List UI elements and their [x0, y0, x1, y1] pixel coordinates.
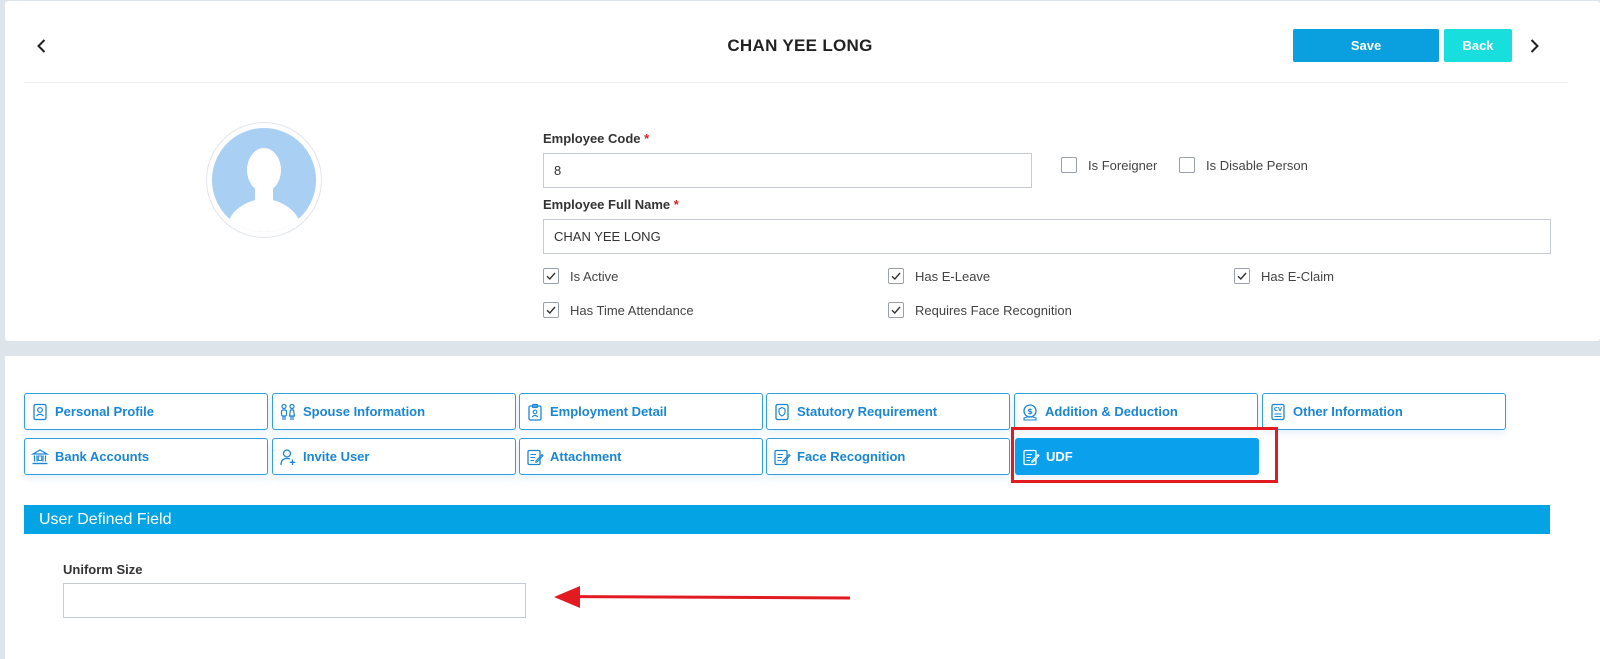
add-user-icon	[279, 448, 297, 466]
svg-text:$: $	[1027, 407, 1033, 416]
employee-full-name-input[interactable]	[543, 219, 1551, 254]
employee-avatar[interactable]	[206, 122, 322, 238]
user-defined-field-section-header: User Defined Field	[24, 505, 1550, 534]
back-button[interactable]: Back	[1444, 29, 1512, 62]
tab-invite-user[interactable]: Invite User	[272, 438, 516, 475]
next-record-chevron-right-icon[interactable]	[1524, 36, 1544, 56]
profile-icon	[31, 403, 49, 421]
cv-icon: CV	[1269, 403, 1287, 421]
clipboard-icon	[526, 403, 544, 421]
bank-icon	[31, 448, 49, 466]
header-divider	[24, 82, 1568, 83]
tab-employment-detail[interactable]: Employment Detail	[519, 393, 763, 430]
checkmark-icon	[891, 272, 901, 281]
certificate-icon	[773, 403, 791, 421]
udf-tab-highlight-box	[1011, 427, 1278, 483]
edit-document-icon	[773, 448, 791, 466]
employee-code-input[interactable]	[543, 153, 1032, 188]
tab-other-information[interactable]: CV Other Information	[1262, 393, 1506, 430]
annotation-arrow-icon	[554, 586, 851, 608]
checkbox-box[interactable]	[888, 268, 904, 284]
tab-face-recognition[interactable]: Face Recognition	[766, 438, 1010, 475]
checkmark-icon	[1237, 272, 1247, 281]
checkbox-box[interactable]	[1234, 268, 1250, 284]
has-e-claim-checkbox[interactable]: Has E-Claim	[1234, 268, 1334, 284]
requires-face-recognition-checkbox[interactable]: Requires Face Recognition	[888, 302, 1072, 318]
tab-statutory-requirement[interactable]: Statutory Requirement	[766, 393, 1010, 430]
checkbox-box[interactable]	[888, 302, 904, 318]
svg-text:CV: CV	[1274, 407, 1283, 413]
tab-bank-accounts[interactable]: Bank Accounts	[24, 438, 268, 475]
save-button[interactable]: Save	[1293, 29, 1439, 62]
has-e-leave-checkbox[interactable]: Has E-Leave	[888, 268, 990, 284]
uniform-size-label: Uniform Size	[63, 562, 143, 577]
tab-addition-deduction[interactable]: $ Addition & Deduction	[1014, 393, 1258, 430]
edit-document-icon	[526, 448, 544, 466]
checkbox-box[interactable]	[1061, 157, 1077, 173]
is-active-checkbox[interactable]: Is Active	[543, 268, 618, 284]
money-icon: $	[1021, 403, 1039, 421]
checkmark-icon	[546, 272, 556, 281]
checkmark-icon	[891, 306, 901, 315]
person-silhouette-icon	[212, 128, 316, 232]
is-foreigner-checkbox[interactable]: Is Foreigner	[1061, 157, 1157, 173]
uniform-size-input[interactable]	[63, 583, 526, 618]
tab-attachment[interactable]: Attachment	[519, 438, 763, 475]
checkbox-box[interactable]	[1179, 157, 1195, 173]
is-disable-person-checkbox[interactable]: Is Disable Person	[1179, 157, 1308, 173]
couple-icon	[279, 403, 297, 421]
checkbox-box[interactable]	[543, 268, 559, 284]
tab-spouse-information[interactable]: Spouse Information	[272, 393, 516, 430]
checkmark-icon	[546, 306, 556, 315]
checkbox-box[interactable]	[543, 302, 559, 318]
tab-personal-profile[interactable]: Personal Profile	[24, 393, 268, 430]
employee-code-label: Employee Code *	[543, 131, 650, 146]
employee-full-name-label: Employee Full Name *	[543, 197, 679, 212]
has-time-attendance-checkbox[interactable]: Has Time Attendance	[543, 302, 694, 318]
